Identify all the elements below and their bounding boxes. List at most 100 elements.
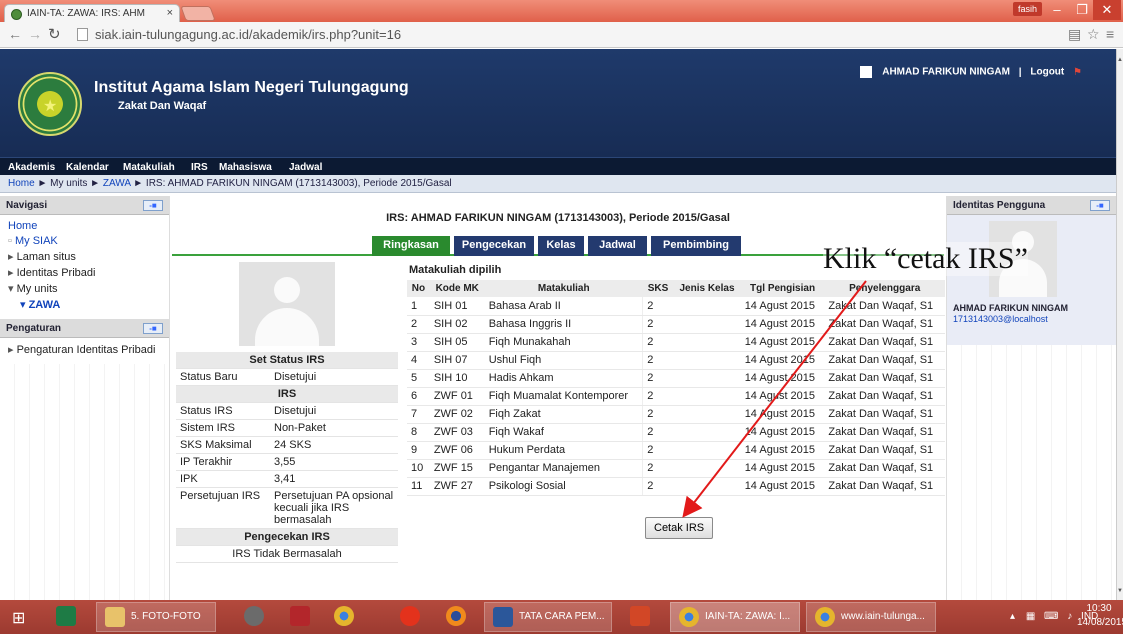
taskbar-item-label: www.iain-tulunga... <box>841 611 925 622</box>
profile-chip[interactable]: fasih <box>1013 2 1043 16</box>
tab-pembimbing[interactable]: Pembimbing <box>651 236 741 256</box>
new-tab-button[interactable] <box>180 6 216 21</box>
identitas-title: Identitas Pengguna <box>953 200 1046 211</box>
page-scrollbar[interactable]: ▲ ▼ <box>1116 49 1123 600</box>
maximize-icon[interactable]: ❐ <box>1068 0 1096 20</box>
table-cell: SIH 02 <box>429 315 485 334</box>
table-row: 6 ZWF 01 Fiqh Muamalat Kontemporer 2 14 Agus… <box>407 387 945 406</box>
crumb-home[interactable]: Home <box>8 178 35 189</box>
table-cell: ZWF 06 <box>429 441 485 460</box>
table-cell: Bahasa Inggris II <box>484 315 643 334</box>
table-cell: 8 <box>407 423 430 442</box>
tab-jadwal[interactable]: Jadwal <box>588 236 647 256</box>
back-arrow-icon[interactable]: ← <box>8 26 22 42</box>
taskbar-word-doc[interactable]: TATA CARA PEM... <box>484 602 612 632</box>
close-window-icon[interactable]: ✕ <box>1093 0 1121 20</box>
access-icon[interactable] <box>290 606 310 626</box>
table-cell: 14 Agust 2015 <box>740 333 825 352</box>
detail-value: Disetujui <box>270 402 398 420</box>
menu-icon[interactable]: ≡ <box>1106 26 1114 42</box>
nav-jadwal[interactable]: Jadwal <box>289 162 322 173</box>
table-cell <box>673 477 741 496</box>
crumb-separator: ► <box>37 178 48 189</box>
nav-laman-situs[interactable]: ▸ Laman situs <box>0 249 169 265</box>
nav-mysiak-link[interactable]: ▫ My SIAK <box>0 234 169 249</box>
network-icon[interactable]: ▦ <box>1026 611 1035 622</box>
nav-zawa[interactable]: ▾ ZAWA <box>0 297 169 313</box>
user-email[interactable]: 1713143003@localhost <box>953 314 1048 324</box>
detail-label: Sistem IRS <box>176 419 270 437</box>
table-row: 8 ZWF 03 Fiqh Wakaf 2 14 Agust 2015 Zakat Dan… <box>407 423 945 442</box>
detail-value: 3,41 <box>270 470 398 488</box>
nav-my-units[interactable]: ▾ My units <box>0 281 169 297</box>
taskbar-item-label: TATA CARA PEM... <box>519 611 605 622</box>
bookmark-star-icon[interactable]: ☆ <box>1087 26 1100 43</box>
collapse-block-icon[interactable]: -■ <box>1090 200 1110 211</box>
irs-page-title: IRS: AHMAD FARIKUN NINGAM (1713143003), … <box>386 212 730 224</box>
institution-logo: ★ <box>18 72 82 136</box>
nav-kalendar[interactable]: Kalendar <box>66 162 109 173</box>
forward-arrow-icon[interactable]: → <box>28 26 42 42</box>
address-bar[interactable]: siak.iain-tulungagung.ac.id/akademik/irs… <box>72 25 1060 44</box>
chrome-icon[interactable] <box>334 606 354 626</box>
scroll-down-icon[interactable]: ▼ <box>1117 588 1123 594</box>
expand-arrow-icon: ▸ <box>8 267 17 279</box>
logout-link[interactable]: Logout <box>1030 67 1064 78</box>
nav-mahasiswa[interactable]: Mahasiswa <box>219 162 272 173</box>
institution-subtitle: Zakat Dan Waqaf <box>118 100 207 112</box>
taskbar-chrome-www[interactable]: www.iain-tulunga... <box>806 602 936 632</box>
table-cell: 14 Agust 2015 <box>740 477 825 496</box>
collapse-block-icon[interactable]: -■ <box>143 323 163 334</box>
scroll-up-icon[interactable]: ▲ <box>1117 57 1123 63</box>
tab-pengecekan[interactable]: Pengecekan <box>454 236 534 256</box>
cetak-irs-button[interactable]: Cetak IRS <box>645 517 714 539</box>
nav-irs[interactable]: IRS <box>191 162 208 173</box>
collapse-block-icon[interactable]: -■ <box>143 200 163 211</box>
nav-akademis[interactable]: Akademis <box>8 162 55 173</box>
table-cell: 2 <box>407 315 430 334</box>
firefox-icon[interactable] <box>446 606 466 626</box>
detail-value: 3,55 <box>270 453 398 471</box>
taskbar-chrome-iain[interactable]: IAIN-TA: ZAWA: I... <box>670 602 800 632</box>
table-cell: 11 <box>407 477 430 496</box>
excel-icon[interactable] <box>56 606 76 626</box>
nav-pengaturan-identitas[interactable]: ▸ Pengaturan Identitas Pribadi <box>0 342 169 358</box>
table-cell: Hadis Ahkam <box>484 369 643 388</box>
opera-icon[interactable] <box>400 606 420 626</box>
powerpoint-icon[interactable] <box>630 606 650 626</box>
keyboard-icon[interactable]: ⌨ <box>1044 611 1058 622</box>
tray-expand-icon[interactable]: ▴ <box>1010 611 1015 622</box>
nav-identitas-pribadi[interactable]: ▸ Identitas Pribadi <box>0 265 169 281</box>
clock-time[interactable]: 10:30 <box>1079 603 1119 614</box>
volume-icon[interactable]: ♪ <box>1067 611 1072 622</box>
table-cell <box>673 333 741 352</box>
table-cell: Fiqh Wakaf <box>484 423 643 442</box>
table-cell: SIH 10 <box>429 369 485 388</box>
status-table: Set Status IRS Status Baru Disetujui IRS … <box>176 352 398 563</box>
header-user-name[interactable]: AHMAD FARIKUN NINGAM <box>882 67 1010 78</box>
tab-close-icon[interactable]: × <box>167 7 173 19</box>
pinned-app-icon[interactable] <box>244 606 264 626</box>
logout-icon[interactable]: ⚑ <box>1073 67 1082 78</box>
table-cell: 2 <box>642 315 674 334</box>
taskbar-foto-folder[interactable]: 5. FOTO-FOTO <box>96 602 216 632</box>
table-cell: Zakat Dan Waqaf, S1 <box>824 477 945 496</box>
irs-section-header: IRS <box>176 385 398 403</box>
expand-arrow-icon: ▸ <box>8 344 17 356</box>
tab-ringkasan[interactable]: Ringkasan <box>372 236 450 256</box>
nav-my-units-label: My units <box>16 283 58 295</box>
reload-icon[interactable]: ↻ <box>48 25 61 43</box>
status-baru-value[interactable]: Disetujui <box>270 368 398 386</box>
table-cell: Bahasa Arab II <box>484 297 643 316</box>
minimize-icon[interactable]: – <box>1043 0 1071 20</box>
browser-tab[interactable]: IAIN-TA: ZAWA: IRS: AHM × <box>4 4 180 23</box>
table-cell: 10 <box>407 459 430 478</box>
tab-kelas[interactable]: Kelas <box>538 236 584 256</box>
detail-value: Persetujuan PA opsional kecuali jika IRS… <box>270 487 398 529</box>
nav-matakuliah[interactable]: Matakuliah <box>123 162 175 173</box>
crumb-zawa[interactable]: ZAWA <box>103 178 131 189</box>
table-row: 7 ZWF 02 Fiqh Zakat 2 14 Agust 2015 Zakat Dan… <box>407 405 945 424</box>
clock-date[interactable]: 14/08/2015 <box>1077 617 1123 628</box>
nav-home-link[interactable]: Home <box>0 219 169 234</box>
translate-icon[interactable]: ▤ <box>1068 26 1081 43</box>
